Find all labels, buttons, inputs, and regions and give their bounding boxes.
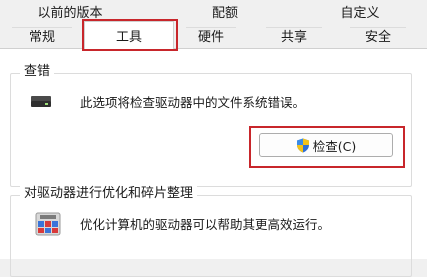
tab-row-top: 以前的版本 配额 自定义 [0, 4, 427, 24]
error-checking-group [10, 73, 412, 187]
check-button-label: 检查(C) [312, 138, 357, 154]
tab-tools-label: 工具 [115, 30, 142, 45]
error-checking-title: 查错 [20, 64, 55, 80]
tab-quota[interactable]: 配额 [190, 4, 260, 24]
tab-sharing[interactable]: 共享 [266, 27, 322, 48]
tab-customize[interactable]: 自定义 [320, 4, 400, 24]
optimize-group [10, 195, 412, 277]
tab-tools[interactable]: 工具 [84, 21, 174, 50]
defragment-app-icon [35, 212, 61, 236]
tab-hardware[interactable]: 硬件 [186, 27, 236, 48]
drive-icon [31, 96, 51, 107]
optimize-title: 对驱动器进行优化和碎片整理 [20, 186, 198, 202]
error-checking-description: 此选项将检查驱动器中的文件系统错误。 [80, 95, 306, 110]
check-button[interactable]: 检查(C) [259, 133, 393, 157]
tools-tab-panel: 查错 此选项将检查驱动器中的文件系统错误。 检查(C) 对驱动器进行优化和碎片整… [0, 48, 427, 277]
tab-security[interactable]: 安全 [350, 27, 406, 48]
tab-row-bottom: 常规 工具 硬件 共享 安全 [0, 21, 427, 50]
uac-shield-icon [296, 138, 309, 152]
tab-general[interactable]: 常规 [12, 27, 72, 48]
optimize-description: 优化计算机的驱动器可以帮助其更高效运行。 [80, 217, 331, 232]
